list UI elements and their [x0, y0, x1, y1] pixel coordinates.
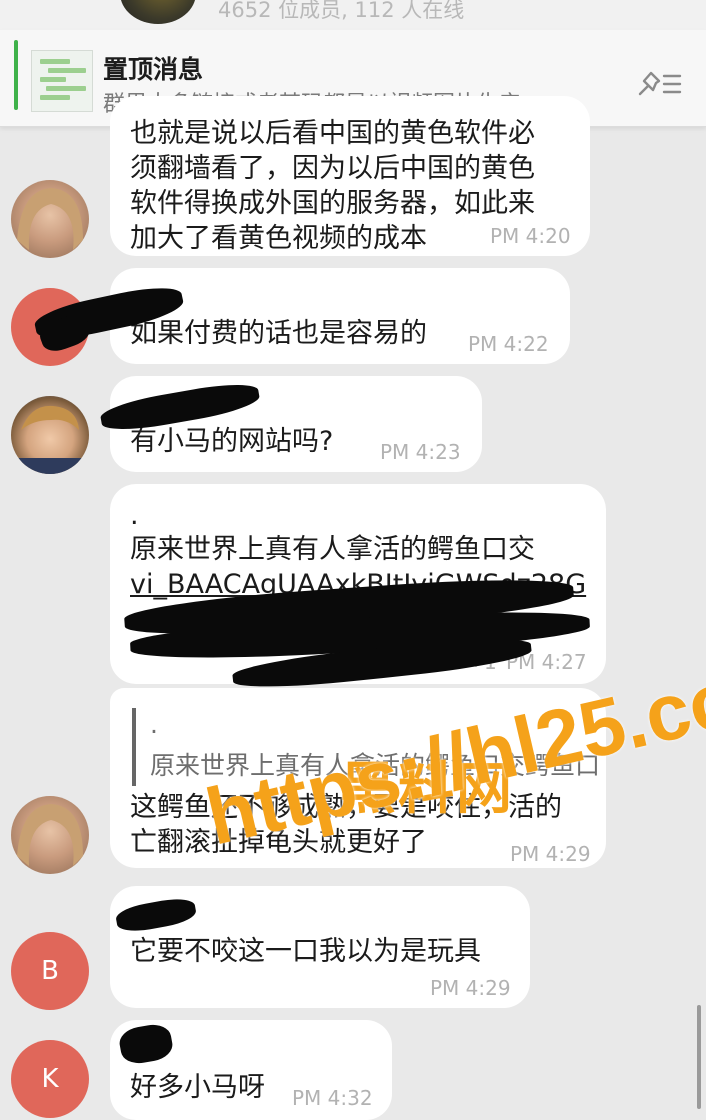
pinned-title: 置顶消息	[103, 55, 204, 84]
member-count: 4652 位成员, 112 人在线	[218, 0, 465, 22]
message-text: 如果付费的话也是容易的	[130, 318, 427, 349]
avatar[interactable]	[11, 396, 89, 474]
quoted-dot: .	[150, 710, 158, 739]
message-text: 它要不咬这一口我以为是玩具	[130, 936, 481, 967]
message-text: 好多小马呀	[130, 1072, 265, 1103]
avatar[interactable]	[11, 796, 89, 874]
message-time: PM 4:23	[380, 440, 461, 464]
pinned-indicator	[14, 40, 18, 110]
message-time: PM 4:22	[468, 332, 549, 356]
unpin-icon[interactable]	[634, 68, 684, 100]
pinned-thumbnail	[31, 50, 93, 112]
message-time: PM 4:32	[292, 1086, 373, 1110]
avatar[interactable]: K	[11, 1040, 89, 1118]
quote-bar	[132, 708, 136, 786]
group-header[interactable]: 4652 位成员, 112 人在线	[0, 0, 706, 30]
message-time: PM 4:29	[430, 976, 511, 1000]
message-bubble[interactable]: 如果付费的话也是容易的 PM 4:22	[110, 268, 570, 364]
message-time: PM 4:20	[490, 224, 571, 248]
group-avatar[interactable]	[120, 0, 196, 24]
message-text: 有小马的网站吗?	[130, 426, 334, 457]
message-text: 也就是说以后看中国的黄色软件必	[130, 118, 535, 149]
message-text: 须翻墙看了，因为以后中国的黄色	[130, 153, 535, 184]
avatar[interactable]: B	[11, 932, 89, 1010]
message-text: 原来世界上真有人拿活的鳄鱼口交	[130, 534, 535, 565]
message-dot: .	[130, 500, 139, 531]
avatar[interactable]	[11, 180, 89, 258]
message-text: 加大了看黄色视频的成本	[130, 223, 427, 254]
scrollbar[interactable]	[697, 1005, 701, 1109]
message-time: PM 4:29	[510, 842, 591, 866]
message-bubble[interactable]: 也就是说以后看中国的黄色软件必 须翻墙看了，因为以后中国的黄色 软件得换成外国的…	[110, 96, 590, 256]
message-text: 软件得换成外国的服务器，如此来	[130, 188, 535, 219]
